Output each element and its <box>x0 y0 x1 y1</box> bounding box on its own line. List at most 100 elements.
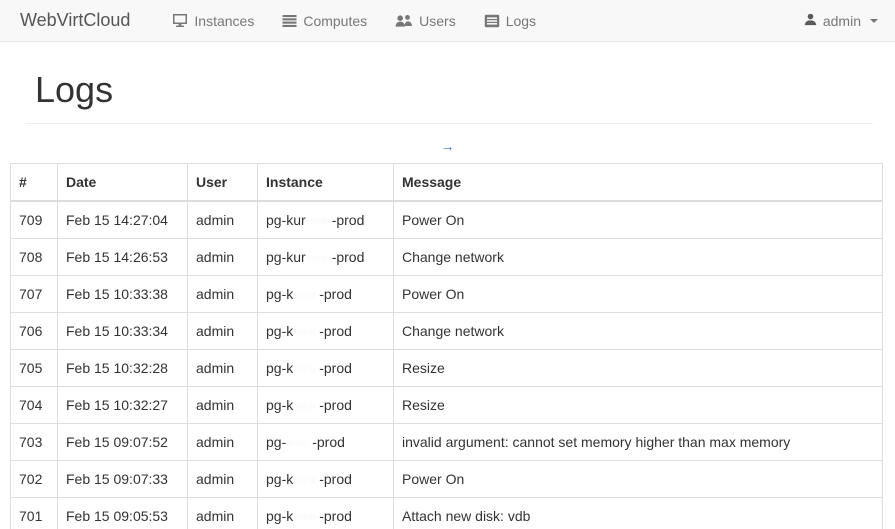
log-date: Feb 15 14:26:53 <box>58 239 188 276</box>
log-user: admin <box>188 313 258 350</box>
table-header-row: # Date User Instance Message <box>11 164 883 202</box>
log-date: Feb 15 10:33:38 <box>58 276 188 313</box>
nav-item-label: Logs <box>506 13 536 29</box>
header-date: Date <box>58 164 188 202</box>
log-instance: pg-kur···-prod <box>258 201 394 239</box>
nav-item-users[interactable]: Users <box>381 13 470 29</box>
redacted-text: ··· <box>293 469 319 489</box>
instance-suffix: -prod <box>319 286 352 302</box>
log-instance: pg-k···-prod <box>258 276 394 313</box>
log-message: Power On <box>394 461 883 498</box>
log-message: Change network <box>394 239 883 276</box>
log-instance: pg-k···-prod <box>258 461 394 498</box>
redacted-text: ··· <box>306 247 332 267</box>
log-date: Feb 15 09:05:53 <box>58 498 188 529</box>
log-user: admin <box>188 424 258 461</box>
redacted-text: ··· <box>293 358 319 378</box>
log-user: admin <box>188 498 258 529</box>
instance-prefix: pg-k <box>266 471 293 487</box>
log-date: Feb 15 10:32:28 <box>58 350 188 387</box>
page-title: Logs <box>35 69 873 111</box>
table-row: 703 Feb 15 09:07:52 admin pg-···-prod in… <box>11 424 883 461</box>
instance-suffix: -prod <box>332 249 365 265</box>
table-row: 702 Feb 15 09:07:33 admin pg-k···-prod P… <box>11 461 883 498</box>
pagination: → <box>0 138 895 158</box>
log-message: Power On <box>394 201 883 239</box>
instance-suffix: -prod <box>319 360 352 376</box>
log-instance: pg-k···-prod <box>258 498 394 529</box>
nav-item-label: Instances <box>194 13 254 29</box>
log-user: admin <box>188 239 258 276</box>
header-instance: Instance <box>258 164 394 202</box>
log-date: Feb 15 14:27:04 <box>58 201 188 239</box>
next-page-link[interactable]: → <box>441 138 455 154</box>
log-user: admin <box>188 387 258 424</box>
log-id: 706 <box>11 313 58 350</box>
instance-suffix: -prod <box>319 323 352 339</box>
table-row: 708 Feb 15 14:26:53 admin pg-kur···-prod… <box>11 239 883 276</box>
nav-item-instances[interactable]: Instances <box>158 13 268 29</box>
redacted-text: ··· <box>293 506 319 526</box>
nav-item-logs[interactable]: Logs <box>470 13 550 29</box>
user-dropdown-label: admin <box>823 13 861 29</box>
log-id: 702 <box>11 461 58 498</box>
user-dropdown[interactable]: admin <box>804 13 880 29</box>
table-row: 704 Feb 15 10:32:27 admin pg-k···-prod R… <box>11 387 883 424</box>
caret-down-icon <box>870 19 878 23</box>
log-date: Feb 15 10:32:27 <box>58 387 188 424</box>
redacted-text: ··· <box>306 210 332 230</box>
log-date: Feb 15 10:33:34 <box>58 313 188 350</box>
table-row: 707 Feb 15 10:33:38 admin pg-k···-prod P… <box>11 276 883 313</box>
header-message: Message <box>394 164 883 202</box>
instance-suffix: -prod <box>319 508 352 524</box>
instance-prefix: pg-kur <box>266 212 306 228</box>
redacted-text: ··· <box>293 284 319 304</box>
log-message: Change network <box>394 313 883 350</box>
log-instance: pg-k···-prod <box>258 387 394 424</box>
instance-prefix: pg- <box>266 434 286 450</box>
log-user: admin <box>188 276 258 313</box>
log-id: 705 <box>11 350 58 387</box>
instance-prefix: pg-k <box>266 323 293 339</box>
log-id: 703 <box>11 424 58 461</box>
header-user: User <box>188 164 258 202</box>
instance-suffix: -prod <box>332 212 365 228</box>
top-navbar: WebVirtCloud Instances Computes Users Lo… <box>0 0 895 42</box>
log-message: Resize <box>394 387 883 424</box>
log-instance: pg-k···-prod <box>258 350 394 387</box>
table-row: 706 Feb 15 10:33:34 admin pg-k···-prod C… <box>11 313 883 350</box>
instance-prefix: pg-k <box>266 360 293 376</box>
instance-suffix: -prod <box>312 434 345 450</box>
logs-list-alt-icon <box>484 14 500 28</box>
log-user: admin <box>188 201 258 239</box>
log-date: Feb 15 09:07:33 <box>58 461 188 498</box>
header-num: # <box>11 164 58 202</box>
brand-webvirtcloud[interactable]: WebVirtCloud <box>20 10 130 31</box>
log-date: Feb 15 09:07:52 <box>58 424 188 461</box>
instance-suffix: -prod <box>319 397 352 413</box>
nav-item-label: Users <box>419 13 456 29</box>
user-icon <box>804 13 817 29</box>
logs-table-container: # Date User Instance Message 709 Feb 15 … <box>10 163 883 529</box>
log-instance: pg-kur···-prod <box>258 239 394 276</box>
log-id: 704 <box>11 387 58 424</box>
log-user: admin <box>188 461 258 498</box>
log-message: Power On <box>394 276 883 313</box>
redacted-text: ··· <box>293 395 319 415</box>
log-user: admin <box>188 350 258 387</box>
instance-suffix: -prod <box>319 471 352 487</box>
log-instance: pg-···-prod <box>258 424 394 461</box>
log-id: 709 <box>11 201 58 239</box>
page-header: Logs <box>25 69 873 124</box>
logs-table: # Date User Instance Message 709 Feb 15 … <box>10 163 883 529</box>
computes-list-icon <box>282 14 297 28</box>
log-message: Attach new disk: vdb <box>394 498 883 529</box>
table-row: 709 Feb 15 14:27:04 admin pg-kur···-prod… <box>11 201 883 239</box>
log-id: 707 <box>11 276 58 313</box>
redacted-text: ··· <box>293 321 319 341</box>
log-instance: pg-k···-prod <box>258 313 394 350</box>
log-id: 701 <box>11 498 58 529</box>
nav-item-computes[interactable]: Computes <box>268 13 381 29</box>
log-message: invalid argument: cannot set memory high… <box>394 424 883 461</box>
table-row: 705 Feb 15 10:32:28 admin pg-k···-prod R… <box>11 350 883 387</box>
